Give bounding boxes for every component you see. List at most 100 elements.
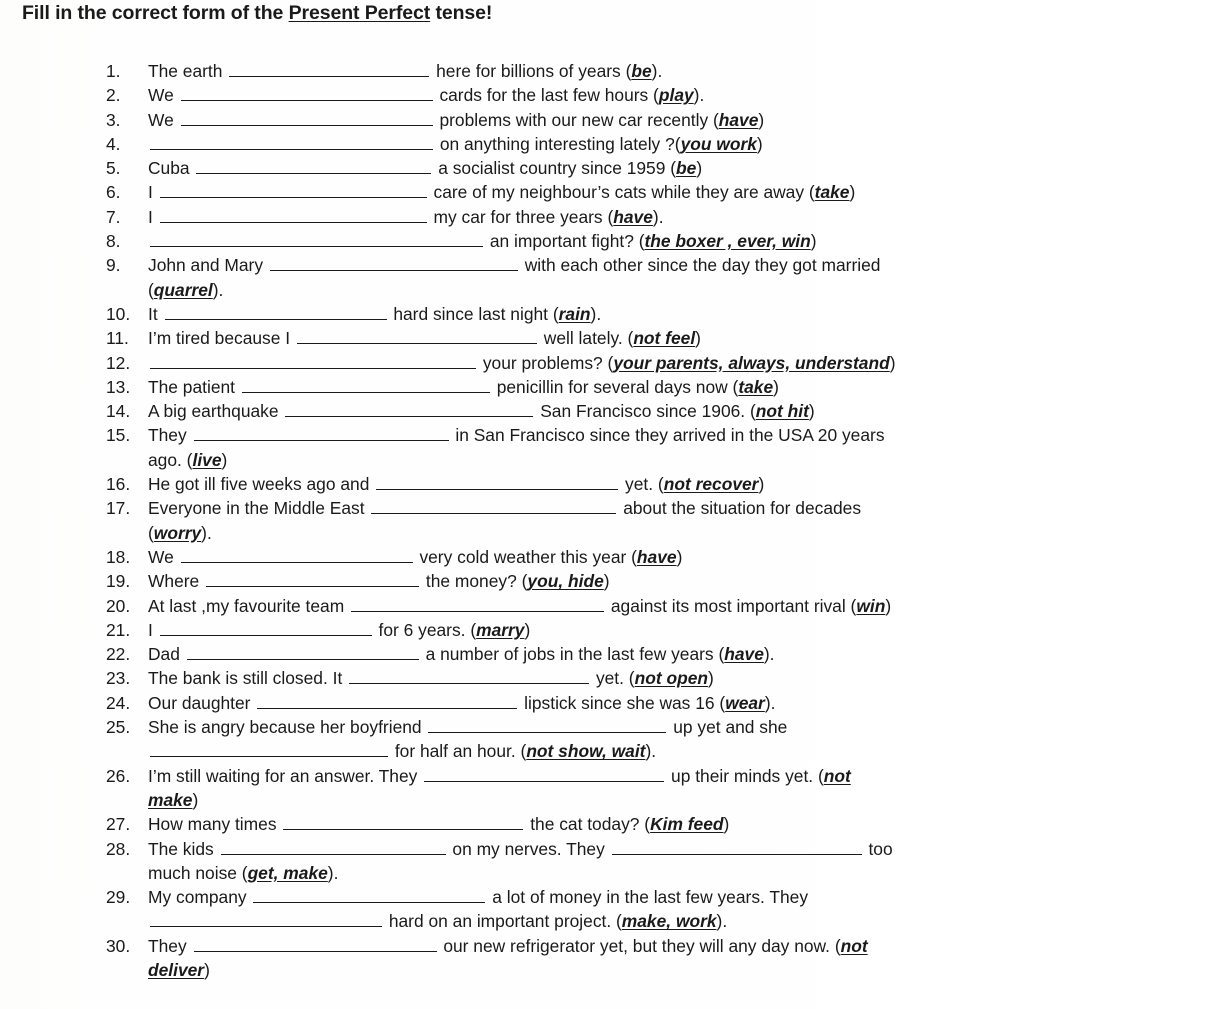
sentence-text: A big earthquake	[148, 401, 284, 422]
answer-blank[interactable]	[206, 571, 420, 588]
question-number: 15.	[106, 425, 131, 446]
sentence-text: ).	[652, 206, 664, 227]
verb-cue: make, work	[621, 911, 717, 932]
answer-blank[interactable]	[150, 741, 388, 758]
question-continuation-line: (worry).	[106, 521, 1166, 545]
sentence-text: much noise (	[148, 862, 248, 883]
verb-cue: be	[676, 158, 697, 179]
question-text: The earth here for billions of years (be…	[148, 61, 662, 81]
sentence-text: The earth	[148, 61, 228, 81]
answer-blank[interactable]	[269, 255, 518, 272]
sentence-text: )	[204, 959, 210, 980]
sentence-text: our new refrigerator yet, but they will …	[438, 935, 841, 956]
answer-blank[interactable]	[180, 110, 433, 126]
sentence-text: I	[148, 619, 158, 640]
sentence-text: hard on an important project. (	[384, 911, 622, 932]
answer-blank[interactable]	[611, 839, 862, 855]
answer-blank[interactable]	[285, 401, 534, 418]
sentence-text: on my nerves. They	[447, 838, 610, 859]
question-text: John and Mary with each other since the …	[148, 255, 880, 275]
question-number: 6.	[106, 182, 121, 203]
answer-blank[interactable]	[186, 644, 419, 661]
answer-blank[interactable]	[424, 766, 665, 782]
answer-blank[interactable]	[159, 207, 427, 223]
question-item: 12. your problems? (your parents, always…	[106, 351, 1166, 375]
question-text: We problems with our new car recently (h…	[148, 110, 764, 130]
answer-blank[interactable]	[150, 231, 483, 248]
verb-cue: quarrel	[153, 279, 213, 300]
sentence-text: hard since last night (	[388, 303, 559, 324]
sentence-text: for half an hour. (	[390, 741, 527, 762]
answer-blank[interactable]	[159, 182, 427, 199]
answer-blank[interactable]	[193, 425, 449, 442]
verb-cue: marry	[476, 619, 525, 640]
answer-blank[interactable]	[220, 839, 446, 855]
question-number: 16.	[106, 474, 131, 495]
answer-blank[interactable]	[253, 887, 486, 904]
answer-blank[interactable]	[283, 814, 524, 831]
verb-cue: not show, wait	[526, 741, 646, 762]
question-number: 23.	[106, 668, 131, 689]
question-text: on anything interesting lately ?(you wor…	[148, 134, 763, 154]
answer-blank[interactable]	[257, 693, 518, 709]
question-item: 13. The patient penicillin for several da…	[106, 375, 1166, 399]
question-number: 22.	[106, 644, 131, 665]
sentence-text: )	[676, 546, 683, 567]
answer-blank[interactable]	[180, 85, 433, 102]
verb-cue: not	[823, 765, 851, 786]
answer-blank[interactable]	[159, 620, 372, 636]
question-text: Dad a number of jobs in the last few yea…	[148, 644, 775, 664]
answer-blank[interactable]	[196, 158, 432, 175]
question-item: 8. an important fight? (the boxer , ever…	[106, 229, 1166, 253]
sentence-text: It	[148, 303, 163, 324]
question-text: We very cold weather this year (have)	[148, 547, 682, 567]
sentence-text: ago. (	[148, 449, 193, 470]
answer-blank[interactable]	[180, 547, 413, 563]
question-number: 10.	[106, 303, 131, 324]
verb-cue: have	[613, 206, 653, 227]
answer-blank[interactable]	[349, 668, 590, 685]
question-item: 18. We very cold weather this year (have)	[106, 545, 1166, 569]
sentence-text: Cuba	[148, 158, 195, 179]
sentence-text: on anything interesting lately ?(	[435, 133, 681, 154]
answer-blank[interactable]	[376, 474, 619, 491]
question-item: 14. A big earthquake San Francisco since …	[106, 399, 1166, 423]
page-title-emphasis: Present Perfect	[288, 2, 431, 24]
verb-cue: have	[724, 644, 764, 665]
sentence-text: your problems? (	[478, 352, 614, 373]
sentence-text: for 6 years. (	[373, 619, 477, 640]
question-text: your problems? (your parents, always, un…	[148, 353, 896, 373]
question-text: A big earthquake San Francisco since 190…	[148, 401, 815, 421]
question-text: The patient penicillin for several days …	[148, 377, 779, 397]
verb-cue: take	[814, 182, 850, 203]
sentence-text: )	[758, 109, 765, 130]
question-text: an important fight? (the boxer , ever, w…	[148, 231, 817, 251]
answer-blank[interactable]	[351, 596, 605, 612]
verb-cue: make	[148, 789, 193, 810]
question-text: I my car for three years (have).	[148, 207, 664, 227]
question-text: How many times the cat today? (Kim feed)	[148, 814, 729, 834]
answer-blank[interactable]	[241, 377, 490, 393]
sentence-text: a lot of money in the last few years. Th…	[487, 887, 809, 908]
verb-cue: rain	[558, 303, 591, 324]
answer-blank[interactable]	[150, 911, 382, 928]
answer-blank[interactable]	[164, 304, 387, 320]
sentence-text: too	[863, 838, 893, 859]
answer-blank[interactable]	[150, 353, 476, 369]
answer-blank[interactable]	[371, 498, 617, 515]
sentence-text: )	[758, 474, 765, 495]
worksheet-page: Fill in the correct form of the Present …	[0, 0, 1205, 1009]
question-item: 6. I care of my neighbour’s cats while th…	[106, 180, 1166, 204]
sentence-text: ).	[212, 279, 224, 300]
sentence-text: care of my neighbour’s cats while they a…	[428, 182, 815, 203]
answer-blank[interactable]	[296, 328, 537, 345]
sentence-text: I’m still waiting for an answer. They	[148, 765, 423, 786]
sentence-text: about the situation for decades	[618, 498, 862, 519]
question-number: 3.	[106, 109, 121, 130]
answer-blank[interactable]	[229, 61, 430, 77]
answer-blank[interactable]	[150, 134, 433, 150]
verb-cue: live	[192, 449, 222, 470]
answer-blank[interactable]	[193, 936, 437, 952]
sentence-text: the cat today? (	[525, 814, 651, 835]
answer-blank[interactable]	[428, 717, 667, 734]
